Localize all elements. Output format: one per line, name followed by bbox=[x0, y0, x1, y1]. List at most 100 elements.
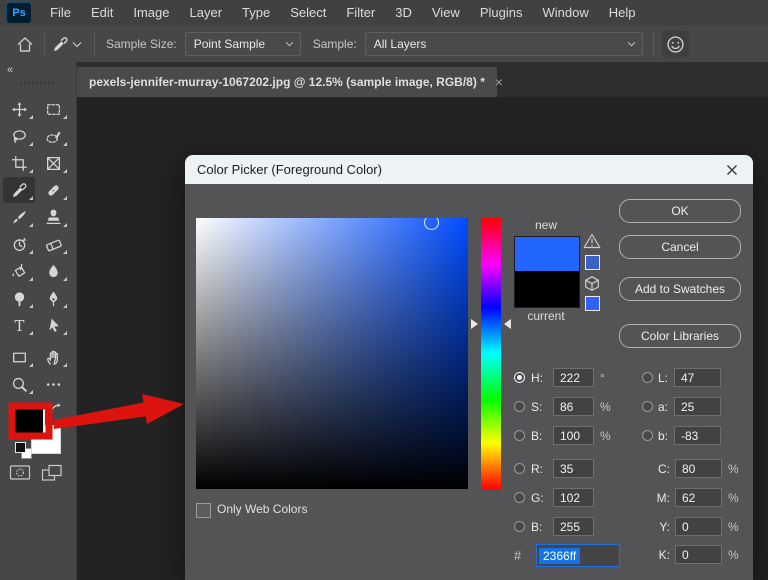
yellow-input[interactable] bbox=[675, 517, 722, 536]
menu-3d[interactable]: 3D bbox=[385, 0, 422, 26]
red-radio[interactable] bbox=[514, 463, 525, 474]
brightness-radio[interactable] bbox=[514, 430, 525, 441]
sample-dropdown[interactable]: All Layers bbox=[365, 32, 643, 56]
field-row-blue: B: bbox=[514, 516, 594, 537]
lab-a-label: a: bbox=[658, 400, 674, 414]
blue-input[interactable] bbox=[553, 517, 594, 536]
rectangular-marquee-tool-icon[interactable] bbox=[37, 96, 69, 122]
path-selection-tool-icon[interactable] bbox=[37, 312, 69, 338]
web-color-swatch[interactable] bbox=[585, 296, 600, 311]
brush-tool-icon[interactable] bbox=[3, 204, 35, 230]
document-tab[interactable]: pexels-jennifer-murray-1067202.jpg @ 12.… bbox=[77, 67, 497, 97]
ok-button[interactable]: OK bbox=[619, 199, 741, 223]
eraser-tool-icon[interactable] bbox=[37, 231, 69, 257]
cyan-input[interactable] bbox=[675, 459, 722, 478]
magenta-input[interactable] bbox=[675, 488, 722, 507]
type-tool-icon[interactable]: T bbox=[3, 312, 35, 338]
home-icon[interactable] bbox=[16, 36, 34, 53]
tools-panel: « T bbox=[0, 62, 77, 580]
gamut-color-swatch[interactable] bbox=[585, 255, 600, 270]
color-field-marker[interactable] bbox=[424, 218, 439, 230]
new-color-swatch bbox=[514, 236, 580, 273]
sample-size-dropdown[interactable]: Point Sample bbox=[185, 32, 301, 56]
hue-slider-right-arrow[interactable] bbox=[504, 319, 511, 329]
swap-colors-icon[interactable] bbox=[48, 402, 63, 417]
menu-layer[interactable]: Layer bbox=[180, 0, 233, 26]
hue-slider[interactable] bbox=[481, 218, 501, 489]
eyedropper-tool-icon[interactable] bbox=[3, 177, 35, 203]
green-radio[interactable] bbox=[514, 492, 525, 503]
only-web-colors-checkbox[interactable] bbox=[196, 503, 211, 518]
dodge-tool-icon[interactable] bbox=[3, 285, 35, 311]
menu-type[interactable]: Type bbox=[232, 0, 280, 26]
menu-edit[interactable]: Edit bbox=[81, 0, 123, 26]
current-color-swatch[interactable] bbox=[514, 271, 580, 308]
lasso-tool-icon[interactable] bbox=[3, 123, 35, 149]
menu-plugins[interactable]: Plugins bbox=[470, 0, 533, 26]
paint-bucket-tool-icon[interactable] bbox=[3, 258, 35, 284]
field-row-lab-l: L: bbox=[642, 367, 721, 388]
menu-window[interactable]: Window bbox=[532, 0, 598, 26]
saturation-radio[interactable] bbox=[514, 401, 525, 412]
menu-select[interactable]: Select bbox=[280, 0, 336, 26]
hue-radio[interactable] bbox=[514, 372, 525, 383]
saturation-input[interactable] bbox=[553, 397, 594, 416]
add-to-swatches-button[interactable]: Add to Swatches bbox=[619, 277, 741, 301]
dialog-close-icon[interactable] bbox=[724, 162, 740, 178]
eyedropper-tool-preset-icon[interactable] bbox=[52, 36, 69, 53]
magenta-unit: % bbox=[728, 491, 739, 505]
menu-help[interactable]: Help bbox=[599, 0, 646, 26]
menu-file[interactable]: File bbox=[40, 0, 81, 26]
feedback-smiley-icon[interactable] bbox=[662, 31, 689, 58]
hue-slider-left-arrow[interactable] bbox=[471, 319, 478, 329]
zoom-tool-icon[interactable] bbox=[3, 371, 35, 397]
black-unit: % bbox=[728, 548, 739, 562]
cancel-button[interactable]: Cancel bbox=[619, 235, 741, 259]
default-colors-icon-front[interactable] bbox=[15, 442, 26, 453]
lab-b-input[interactable] bbox=[674, 426, 721, 445]
spot-healing-brush-tool-icon[interactable] bbox=[37, 177, 69, 203]
photoshop-logo-icon: Ps bbox=[6, 2, 32, 24]
more-tools-icon[interactable] bbox=[37, 371, 69, 397]
menu-view[interactable]: View bbox=[422, 0, 470, 26]
lab-a-radio[interactable] bbox=[642, 401, 653, 412]
menu-filter[interactable]: Filter bbox=[336, 0, 385, 26]
rectangle-tool-icon[interactable] bbox=[3, 344, 35, 370]
tab-close-icon[interactable]: × bbox=[495, 75, 503, 89]
crop-tool-icon[interactable] bbox=[3, 150, 35, 176]
collapse-panel-button[interactable]: « bbox=[7, 64, 14, 76]
hand-tool-icon[interactable] bbox=[37, 344, 69, 370]
frame-tool-icon[interactable] bbox=[37, 150, 69, 176]
clone-stamp-tool-icon[interactable] bbox=[37, 204, 69, 230]
quick-mask-mode-icon[interactable] bbox=[9, 464, 31, 481]
chevron-down-icon[interactable] bbox=[72, 41, 82, 48]
panel-grip-handle[interactable] bbox=[20, 81, 56, 85]
gamut-warning-icon[interactable] bbox=[583, 233, 601, 249]
hue-input[interactable] bbox=[553, 368, 594, 387]
brightness-input[interactable] bbox=[553, 426, 594, 445]
green-input[interactable] bbox=[553, 488, 594, 507]
lab-l-radio[interactable] bbox=[642, 372, 653, 383]
foreground-color-swatch[interactable] bbox=[13, 407, 45, 437]
dialog-title-bar[interactable]: Color Picker (Foreground Color) bbox=[185, 155, 753, 184]
screen-mode-icon[interactable] bbox=[41, 464, 64, 482]
web-color-cube-icon[interactable] bbox=[583, 275, 601, 293]
red-input[interactable] bbox=[553, 459, 594, 478]
lab-b-radio[interactable] bbox=[642, 430, 653, 441]
yellow-unit: % bbox=[728, 520, 739, 534]
pen-tool-icon[interactable] bbox=[37, 285, 69, 311]
hue-label: H: bbox=[531, 371, 549, 385]
object-selection-tool-icon[interactable] bbox=[37, 123, 69, 149]
hex-input[interactable]: 2366ff bbox=[536, 544, 620, 567]
lab-l-label: L: bbox=[658, 371, 674, 385]
lab-a-input[interactable] bbox=[674, 397, 721, 416]
saturation-brightness-field[interactable] bbox=[196, 218, 468, 489]
color-libraries-button[interactable]: Color Libraries bbox=[619, 324, 741, 348]
blue-radio[interactable] bbox=[514, 521, 525, 532]
blur-tool-icon[interactable] bbox=[37, 258, 69, 284]
black-input[interactable] bbox=[675, 545, 722, 564]
move-tool-icon[interactable] bbox=[3, 96, 35, 122]
lab-l-input[interactable] bbox=[674, 368, 721, 387]
menu-image[interactable]: Image bbox=[123, 0, 179, 26]
history-brush-tool-icon[interactable] bbox=[3, 231, 35, 257]
